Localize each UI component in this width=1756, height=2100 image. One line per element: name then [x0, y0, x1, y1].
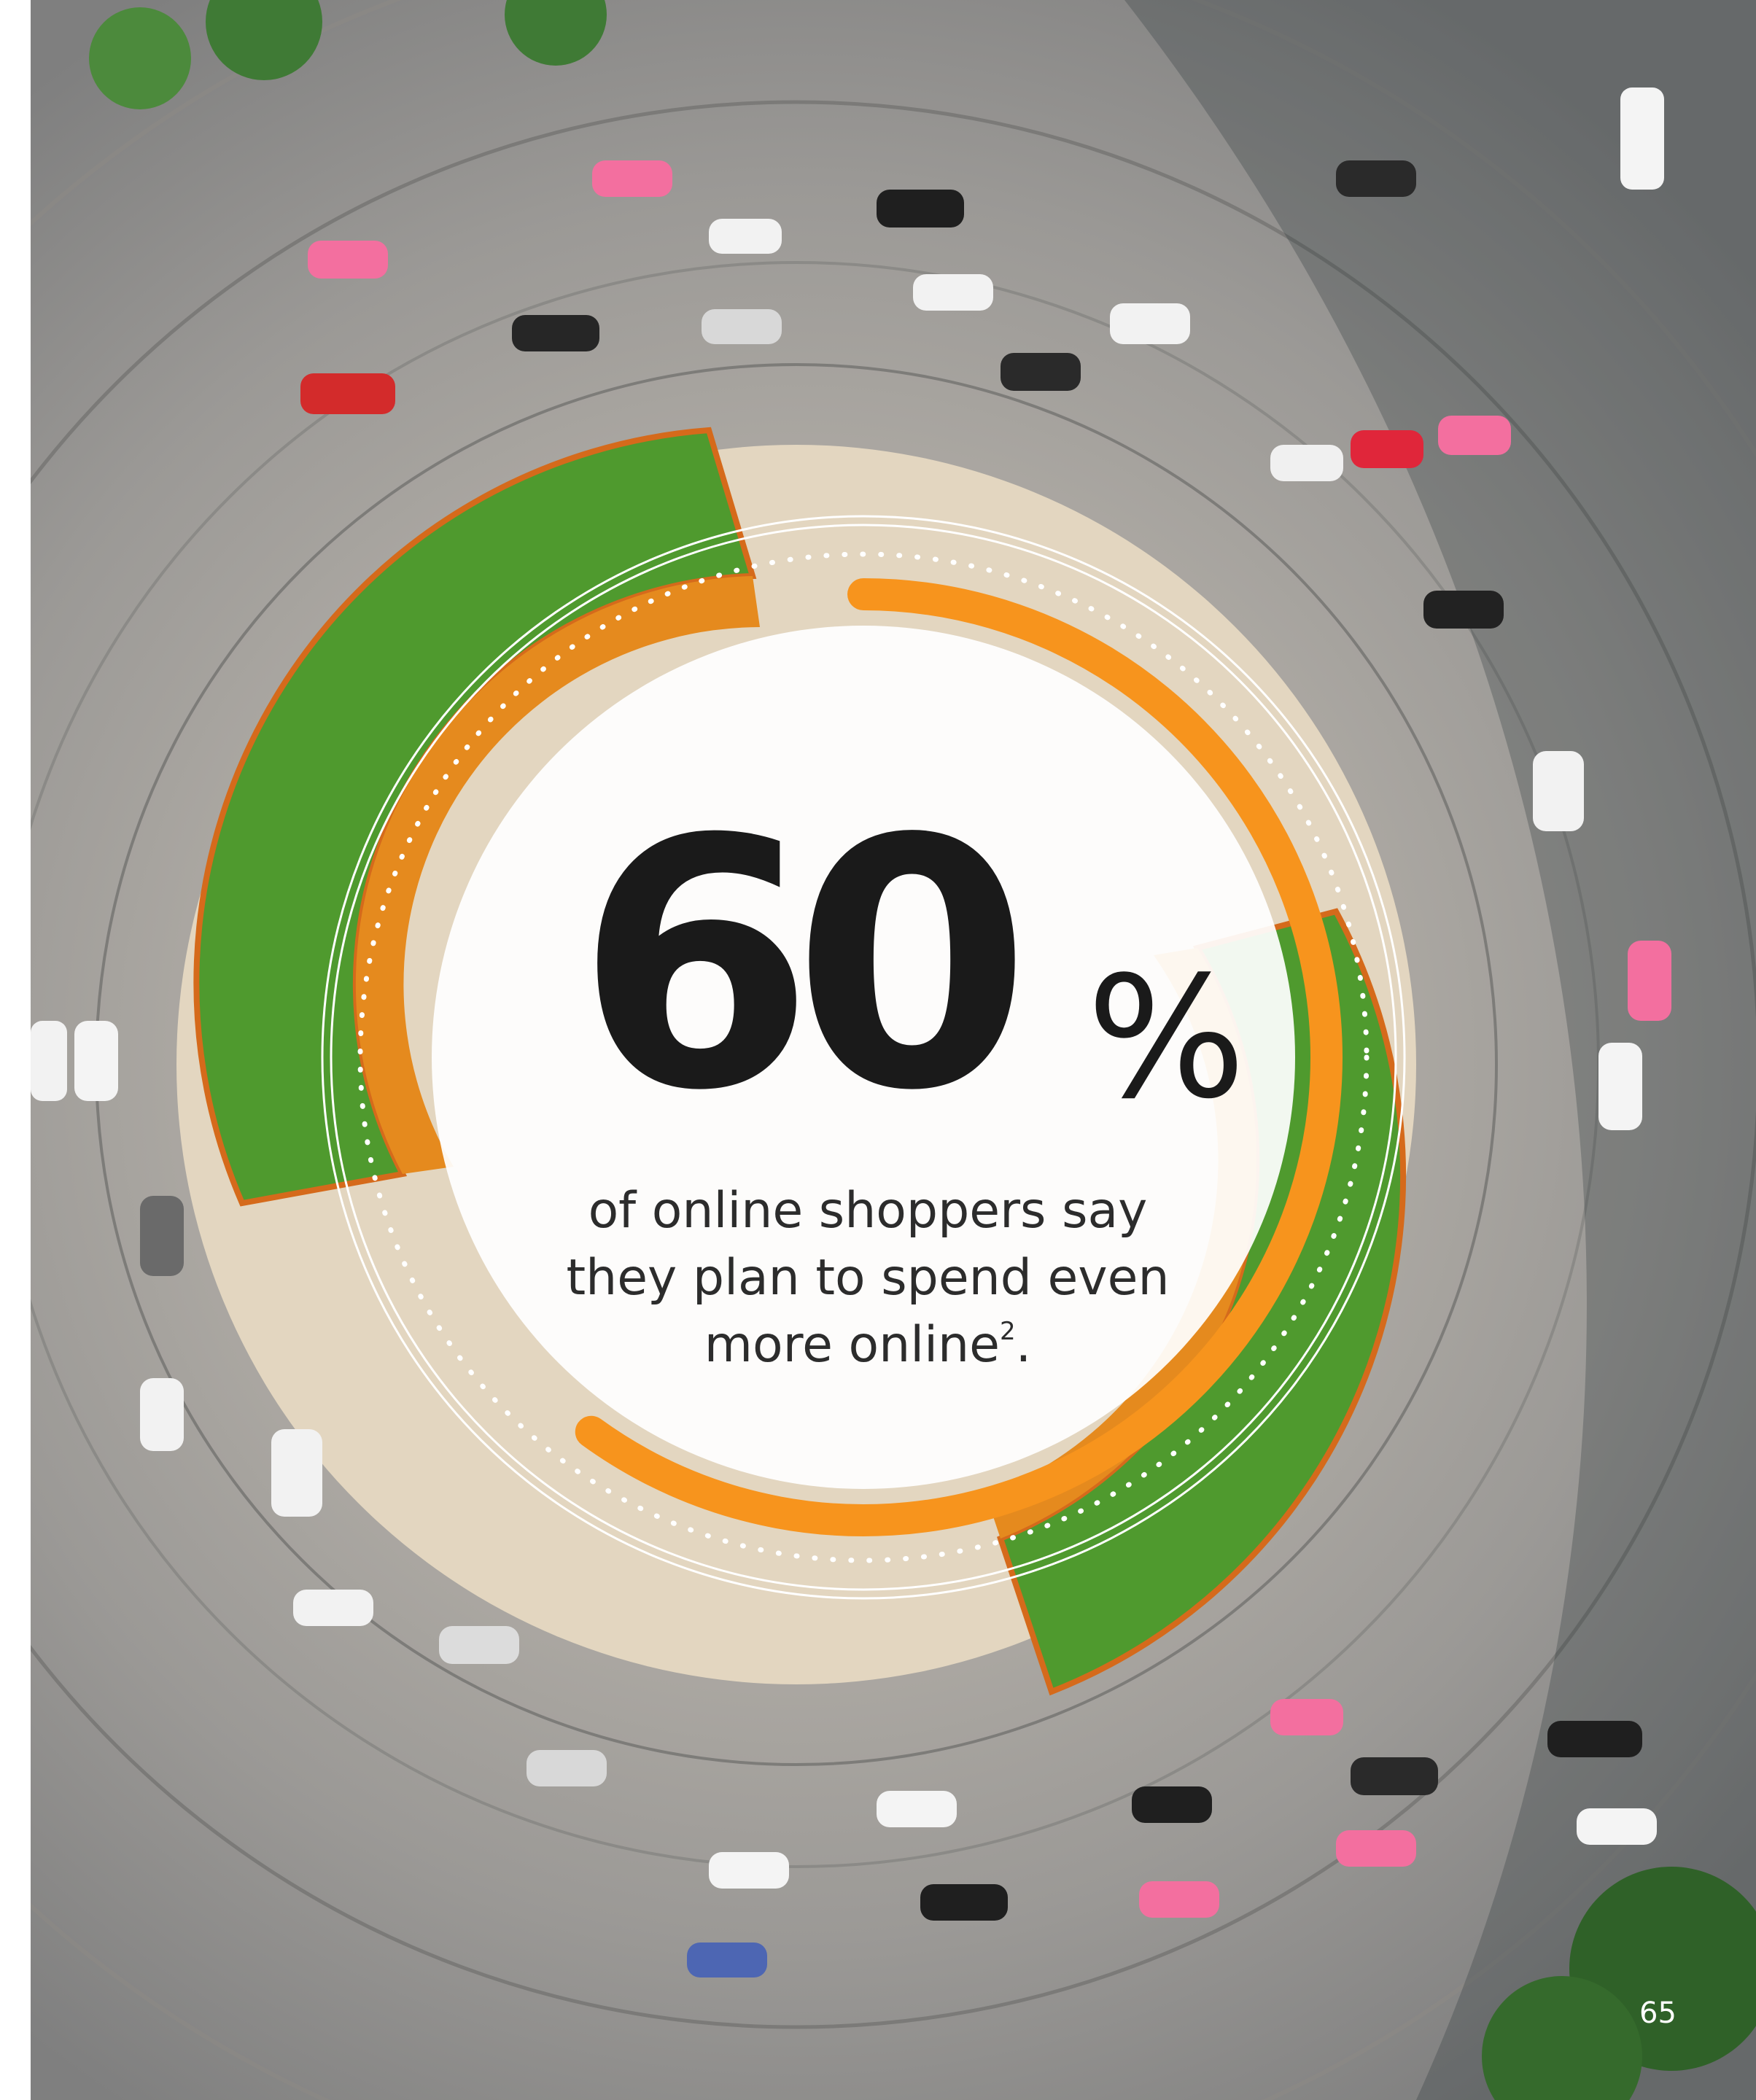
caption-line-2: they plan to spend even: [566, 1249, 1170, 1307]
caption-line-3-text: more online: [704, 1316, 1000, 1374]
page-number: 65: [1639, 1996, 1677, 2030]
percent-sign: %: [1087, 941, 1246, 1136]
caption-line-1: of online shoppers say: [588, 1182, 1148, 1240]
stat-number: 60: [576, 766, 1031, 1165]
stat-caption: of online shoppers say they plan to spen…: [525, 1178, 1211, 1379]
footnote-reference: 2: [999, 1317, 1016, 1346]
caption-period: .: [1015, 1316, 1032, 1374]
caption-line-3: more online2.: [525, 1312, 1211, 1379]
